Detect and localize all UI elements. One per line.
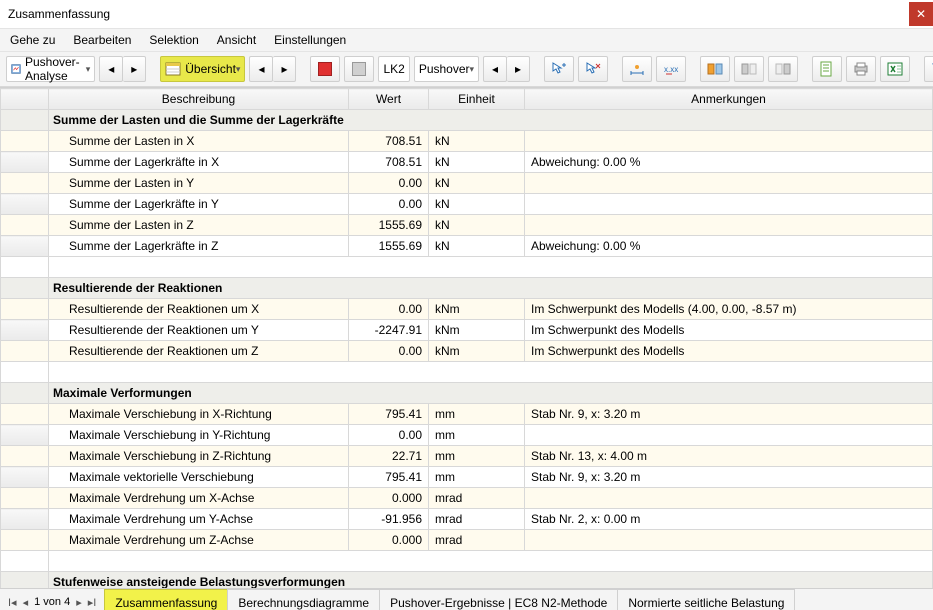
analysis-combo[interactable]: Pushover-Analyse ▾ (6, 56, 95, 82)
analysis-icon (11, 61, 21, 77)
view-nav: ◂ ▸ (249, 56, 296, 82)
close-button[interactable]: ✕ (909, 2, 933, 26)
excel-icon (887, 61, 903, 77)
loadcase-field[interactable]: LK2 (378, 56, 409, 82)
menu-view[interactable]: Ansicht (217, 33, 256, 47)
menu-goto[interactable]: Gehe zu (10, 33, 55, 47)
page-indicator: 1 von 4 (34, 596, 70, 608)
table-row[interactable]: Summe der Lasten in X708.51kN (1, 131, 933, 152)
table-row[interactable]: Maximale Verdrehung um Z-Achse0.000mrad (1, 530, 933, 551)
decimal-icon: x.xx (663, 61, 679, 77)
decimal-button[interactable]: x.xx (656, 56, 686, 82)
loadcase-next[interactable]: ▸ (507, 56, 530, 82)
window-a-button[interactable] (700, 56, 730, 82)
menubar: Gehe zu Bearbeiten Selektion Ansicht Ein… (0, 28, 933, 52)
table-section-row: Summe der Lasten und die Summe der Lager… (1, 110, 933, 131)
window-b-button[interactable] (734, 56, 764, 82)
color-gray-button[interactable] (344, 56, 374, 82)
table-row[interactable]: Resultierende der Reaktionen um X0.00kNm… (1, 299, 933, 320)
col-val[interactable]: Wert (349, 89, 429, 110)
report-button[interactable] (812, 56, 842, 82)
table-row[interactable]: Maximale Verschiebung in X-Richtung795.4… (1, 404, 933, 425)
col-index[interactable] (1, 89, 49, 110)
table-row[interactable]: Resultierende der Reaktionen um Z0.00kNm… (1, 341, 933, 362)
table-row[interactable]: Summe der Lagerkräfte in X708.51kNAbweic… (1, 152, 933, 173)
select-out-button[interactable] (578, 56, 608, 82)
loadcase-prev[interactable]: ◂ (483, 56, 507, 82)
page-prev[interactable]: ◂ (23, 596, 29, 609)
table-scroll[interactable]: Beschreibung Wert Einheit Anmerkungen Su… (0, 87, 933, 588)
table-row[interactable]: Maximale Verdrehung um X-Achse0.000mrad (1, 488, 933, 509)
svg-text:x.xx: x.xx (664, 65, 678, 74)
window-right-icon (775, 61, 791, 77)
chevron-down-icon: ▾ (236, 64, 241, 75)
window-both-icon (707, 61, 723, 77)
chevron-down-icon: ▾ (86, 64, 91, 75)
table-row[interactable]: Maximale vektorielle Verschiebung795.41m… (1, 467, 933, 488)
menu-selection[interactable]: Selektion (149, 33, 198, 47)
page-first[interactable]: I◂ (8, 596, 17, 609)
table-row[interactable]: Summe der Lagerkräfte in Z1555.69kNAbwei… (1, 236, 933, 257)
table-blank-row (1, 257, 933, 278)
table-blank-row (1, 362, 933, 383)
window-left-icon (741, 61, 757, 77)
tab-pushover[interactable]: Pushover-Ergebnisse | EC8 N2-Methode (379, 589, 618, 610)
tab-lateral[interactable]: Normierte seitliche Belastung (617, 589, 795, 610)
table-section-row: Stufenweise ansteigende Belastungsverfor… (1, 572, 933, 589)
view-next[interactable]: ▸ (273, 56, 296, 82)
header-row: Beschreibung Wert Einheit Anmerkungen (1, 89, 933, 110)
print-icon (853, 61, 869, 77)
page-last[interactable]: ▸I (88, 596, 97, 609)
dimension-button[interactable] (622, 56, 652, 82)
overview-icon (165, 61, 181, 77)
page-nav: I◂ ◂ 1 von 4 ▸ ▸I (0, 596, 104, 609)
window-title: Zusammenfassung (8, 7, 110, 21)
window-c-button[interactable] (768, 56, 798, 82)
table-section-row: Maximale Verformungen (1, 383, 933, 404)
menu-edit[interactable]: Bearbeiten (73, 33, 131, 47)
titlebar: Zusammenfassung ✕ (0, 0, 933, 28)
loadcase-nav: ◂ ▸ (483, 56, 530, 82)
footer: I◂ ◂ 1 von 4 ▸ ▸I Zusammenfassung Berech… (0, 588, 933, 610)
analysis-nav: ◂ ▸ (99, 56, 146, 82)
loadcase-combo[interactable]: Pushover ▾ (414, 56, 479, 82)
report-icon (819, 61, 835, 77)
table-row[interactable]: Resultierende der Reaktionen um Y-2247.9… (1, 320, 933, 341)
table-row[interactable]: Maximale Verdrehung um Y-Achse-91.956mra… (1, 509, 933, 530)
chevron-down-icon: ▾ (470, 64, 475, 75)
col-unit[interactable]: Einheit (429, 89, 525, 110)
view-combo[interactable]: Übersicht ▾ (160, 56, 245, 82)
toolbar: Pushover-Analyse ▾ ◂ ▸ Übersicht ▾ ◂ ▸ L… (0, 52, 933, 87)
print-button[interactable] (846, 56, 876, 82)
filter-button[interactable] (924, 56, 933, 82)
tab-diagrams[interactable]: Berechnungsdiagramme (227, 589, 380, 610)
dimension-icon (629, 61, 645, 77)
view-prev[interactable]: ◂ (249, 56, 273, 82)
table-row[interactable]: Maximale Verschiebung in Y-Richtung0.00m… (1, 425, 933, 446)
results-table: Beschreibung Wert Einheit Anmerkungen Su… (0, 88, 933, 588)
gray-square-icon (352, 62, 366, 76)
table-blank-row (1, 551, 933, 572)
tab-summary[interactable]: Zusammenfassung (104, 589, 228, 610)
table-row[interactable]: Summe der Lasten in Y0.00kN (1, 173, 933, 194)
cursor-out-icon (585, 61, 601, 77)
footer-tabs: Zusammenfassung Berechnungsdiagramme Pus… (104, 589, 794, 610)
menu-settings[interactable]: Einstellungen (274, 33, 346, 47)
table-row[interactable]: Summe der Lasten in Z1555.69kN (1, 215, 933, 236)
cursor-in-icon (551, 61, 567, 77)
table-row[interactable]: Maximale Verschiebung in Z-Richtung22.71… (1, 446, 933, 467)
col-note[interactable]: Anmerkungen (525, 89, 933, 110)
excel-button[interactable] (880, 56, 910, 82)
analysis-prev[interactable]: ◂ (99, 56, 123, 82)
page-next[interactable]: ▸ (76, 596, 82, 609)
table-row[interactable]: Summe der Lagerkräfte in Y0.00kN (1, 194, 933, 215)
table-section-row: Resultierende der Reaktionen (1, 278, 933, 299)
col-desc[interactable]: Beschreibung (49, 89, 349, 110)
analysis-next[interactable]: ▸ (123, 56, 146, 82)
red-square-icon (318, 62, 332, 76)
color-red-button[interactable] (310, 56, 340, 82)
select-in-button[interactable] (544, 56, 574, 82)
